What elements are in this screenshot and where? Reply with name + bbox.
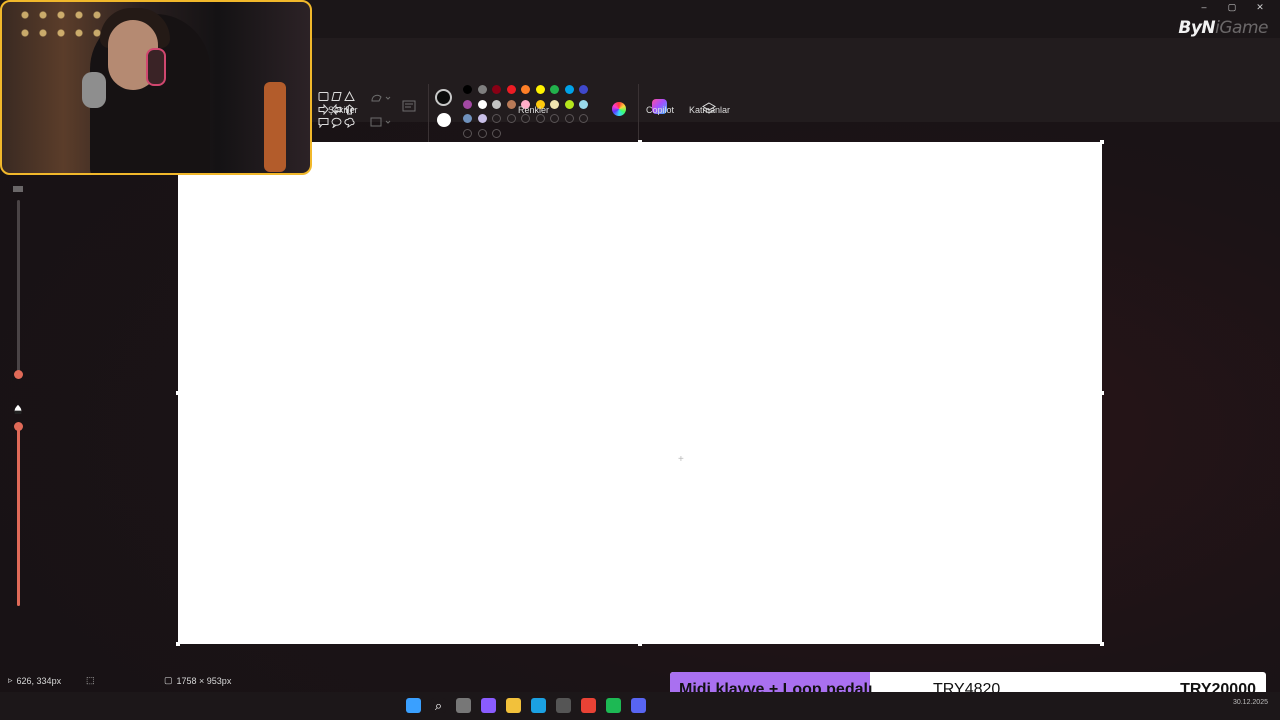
- resize-handle[interactable]: [638, 642, 642, 646]
- color-swatch[interactable]: [564, 99, 574, 109]
- custom-color-slot[interactable]: [477, 128, 487, 138]
- system-tray: 30.12.2025: [1233, 699, 1268, 707]
- canvas-size-icon: ▢: [164, 675, 173, 685]
- color-swatch[interactable]: [535, 85, 545, 94]
- edge-icon[interactable]: [531, 698, 546, 713]
- spotify-icon[interactable]: [606, 698, 621, 713]
- copilot-icon[interactable]: [481, 698, 496, 713]
- triangle-shape-icon[interactable]: [344, 91, 355, 102]
- chrome-icon[interactable]: [581, 698, 596, 713]
- custom-color-slot[interactable]: [506, 114, 516, 123]
- custom-color-slot[interactable]: [521, 114, 530, 123]
- secondary-color-swatch[interactable]: [437, 113, 451, 127]
- brush-size-icon: [13, 186, 23, 192]
- color-swatch[interactable]: [506, 99, 516, 109]
- custom-color-slot[interactable]: [492, 114, 501, 123]
- custom-color-slot[interactable]: [463, 128, 472, 138]
- custom-color-slot[interactable]: [564, 114, 574, 123]
- webcam-overlay: [0, 0, 312, 175]
- speech-bubble-oval-icon[interactable]: [331, 117, 342, 128]
- speech-bubble-rect-icon[interactable]: [318, 117, 329, 128]
- color-swatch[interactable]: [477, 99, 487, 109]
- color-swatch[interactable]: [463, 99, 472, 109]
- selection-icon: ⬚: [86, 675, 95, 685]
- speech-bubble-cloud-icon[interactable]: [344, 117, 355, 128]
- copilot-group-label[interactable]: Copilot: [646, 105, 674, 115]
- custom-color-slot[interactable]: [535, 114, 545, 123]
- pointer-icon: ▹: [8, 675, 13, 685]
- brush-size-handle[interactable]: [14, 370, 23, 379]
- shapes-group-label: Şekiller: [328, 105, 358, 115]
- color-swatch[interactable]: [579, 85, 588, 94]
- color-swatch[interactable]: [521, 85, 530, 94]
- headset: [146, 48, 166, 86]
- windows-start-icon[interactable]: [406, 698, 421, 713]
- brand-logo: ByNiGame: [1178, 18, 1268, 38]
- discord-icon[interactable]: [631, 698, 646, 713]
- resize-handle[interactable]: [1100, 140, 1104, 144]
- opacity-icon: [14, 404, 22, 414]
- task-view-icon[interactable]: [456, 698, 471, 713]
- color-swatch[interactable]: [579, 99, 588, 109]
- search-icon[interactable]: ⌕: [431, 698, 446, 713]
- polygon-shape-icon[interactable]: [331, 91, 342, 102]
- color-swatch[interactable]: [477, 85, 487, 94]
- resize-handle[interactable]: [638, 140, 642, 144]
- cursor-position-text: 626, 334px: [16, 675, 62, 686]
- opacity-slider[interactable]: [17, 426, 20, 606]
- minimize-button[interactable]: –: [1190, 0, 1218, 14]
- close-button[interactable]: ✕: [1246, 0, 1274, 14]
- color-swatch[interactable]: [492, 99, 501, 109]
- chair: [264, 82, 286, 172]
- drawing-canvas[interactable]: +: [178, 142, 1102, 644]
- canvas-size-text: 1758 × 953px: [176, 675, 232, 686]
- color-swatch[interactable]: [550, 99, 559, 109]
- color-swatch[interactable]: [463, 85, 472, 94]
- cursor-position: ▹ 626, 334px: [8, 675, 61, 686]
- tray-date[interactable]: 30.12.2025: [1233, 699, 1268, 707]
- opacity-handle[interactable]: [14, 422, 23, 431]
- rectangle-shape-icon[interactable]: [318, 91, 329, 102]
- brush-size-slider[interactable]: [17, 200, 20, 376]
- color-swatch[interactable]: [477, 114, 487, 123]
- color-picker-icon[interactable]: [612, 102, 626, 116]
- custom-color-slot[interactable]: [579, 114, 588, 123]
- shape-fill-icon[interactable]: [370, 116, 394, 128]
- cursor-crosshair-icon: +: [678, 454, 684, 465]
- primary-color-swatch[interactable]: [435, 89, 452, 106]
- color-swatch[interactable]: [506, 85, 516, 94]
- resize-handle[interactable]: [176, 391, 180, 395]
- store-icon[interactable]: [556, 698, 571, 713]
- resize-handle[interactable]: [1100, 642, 1104, 646]
- resize-handle[interactable]: [1100, 391, 1104, 395]
- color-swatch[interactable]: [550, 85, 559, 94]
- shape-style-icon[interactable]: [402, 100, 416, 112]
- brush-settings-bar: [0, 176, 34, 676]
- color-swatch[interactable]: [564, 85, 574, 94]
- color-swatch[interactable]: [492, 85, 501, 94]
- canvas-size: ▢ 1758 × 953px: [164, 675, 231, 686]
- file-explorer-icon[interactable]: [506, 698, 521, 713]
- custom-color-slot[interactable]: [550, 114, 559, 123]
- microphone: [82, 72, 106, 108]
- color-swatch[interactable]: [463, 114, 472, 123]
- taskbar: ⌕ 30.12.2025: [0, 692, 1280, 720]
- selection-size: ⬚: [86, 675, 95, 686]
- custom-color-slot[interactable]: [492, 128, 501, 138]
- layers-group-label[interactable]: Katmanlar: [689, 105, 730, 115]
- maximize-button[interactable]: ▢: [1218, 0, 1246, 14]
- colors-group-label: Renkler: [518, 105, 550, 115]
- window-controls: – ▢ ✕: [1190, 0, 1274, 14]
- string-lights: [16, 6, 106, 46]
- resize-handle[interactable]: [176, 642, 180, 646]
- taskbar-icons: ⌕: [406, 698, 646, 713]
- shape-outline-icon[interactable]: [370, 92, 394, 104]
